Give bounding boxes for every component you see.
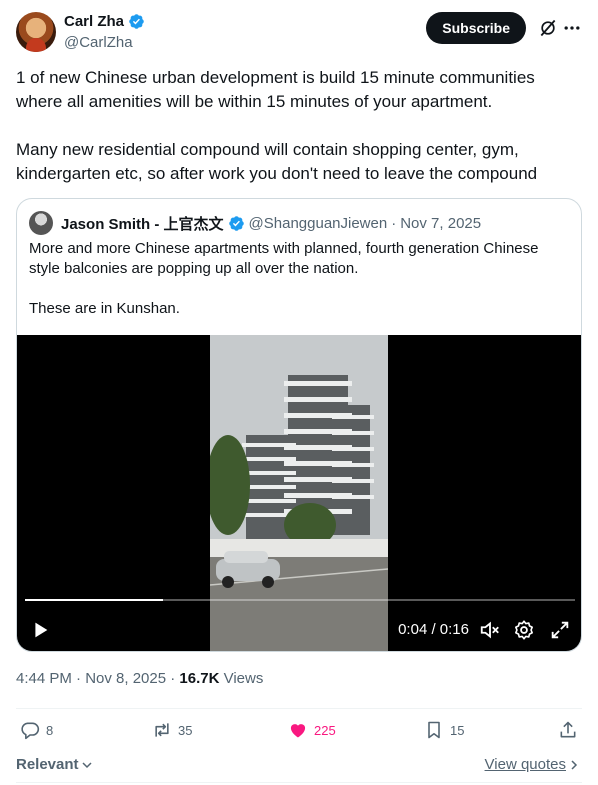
author-name[interactable]: Carl Zha: [64, 13, 124, 30]
video-progress-fill: [25, 599, 163, 601]
reply-count: 8: [46, 722, 54, 738]
sort-replies-dropdown[interactable]: Relevant: [16, 756, 93, 773]
heart-icon: [290, 724, 306, 738]
verified-badge-icon: [129, 14, 144, 29]
video-frame[interactable]: [210, 335, 388, 651]
avatar[interactable]: [16, 12, 56, 52]
quoted-author-name[interactable]: Jason Smith - 上官杰文: [61, 213, 224, 234]
tweet-header: Carl Zha @CarlZha Subscribe: [16, 12, 582, 56]
bookmark-icon: [428, 721, 440, 739]
video-player[interactable]: 0:04 / 0:16: [17, 335, 581, 651]
tweet-meta: 4:44 PM · Nov 8, 2025 · 16.7K Views: [16, 670, 263, 687]
video-time: 0:04 / 0:16: [398, 621, 469, 638]
video-progress-bar[interactable]: [25, 599, 575, 601]
chevron-down-icon: [82, 761, 92, 768]
settings-gear-icon[interactable]: [513, 619, 535, 641]
mute-icon[interactable]: [479, 619, 501, 641]
tweet-timestamp[interactable]: 4:44 PM · Nov 8, 2025 ·: [16, 670, 179, 687]
quoted-separator: ·: [391, 214, 397, 232]
fullscreen-icon[interactable]: [549, 619, 571, 641]
like-button[interactable]: 225: [288, 720, 336, 740]
quoted-date[interactable]: Nov 7, 2025: [400, 215, 481, 232]
quoted-paragraph: More and more Chinese apartments with pl…: [29, 240, 539, 277]
chevron-right-icon: [571, 759, 578, 770]
reply-icon: [21, 722, 40, 740]
verified-badge-icon: [228, 215, 244, 231]
quoted-text: More and more Chinese apartments with pl…: [29, 239, 569, 319]
video-thumbnail-image: [210, 335, 388, 651]
share-button[interactable]: [558, 720, 578, 740]
repost-icon: [155, 723, 169, 737]
action-bar: 8 35 225 15: [16, 720, 582, 744]
view-quotes-link[interactable]: View quotes: [485, 756, 580, 773]
play-icon[interactable]: [29, 619, 51, 641]
quoted-author-handle[interactable]: @ShangguanJiewen: [249, 215, 388, 232]
share-icon: [560, 721, 576, 738]
like-count: 225: [314, 722, 336, 738]
tweet-paragraph: Many new residential compound will conta…: [16, 140, 538, 183]
quoted-paragraph: These are in Kunshan.: [29, 300, 180, 317]
reply-button[interactable]: 8: [20, 720, 53, 740]
divider: [16, 708, 582, 709]
author-handle[interactable]: @CarlZha: [64, 34, 133, 51]
author-name-row[interactable]: Carl Zha: [64, 13, 145, 30]
bookmark-count: 15: [450, 722, 465, 738]
quoted-tweet[interactable]: Jason Smith - 上官杰文 @ShangguanJiewen · No…: [16, 198, 582, 652]
quoted-tweet-header: Jason Smith - 上官杰文 @ShangguanJiewen · No…: [29, 211, 481, 235]
quoted-avatar[interactable]: [29, 211, 53, 235]
grok-icon[interactable]: [538, 18, 558, 38]
repost-count: 35: [178, 722, 193, 738]
more-options-icon[interactable]: [562, 18, 582, 38]
sort-label: Relevant: [16, 756, 79, 773]
tweet-paragraph: 1 of new Chinese urban development is bu…: [16, 68, 535, 111]
bookmark-button[interactable]: 15: [424, 720, 464, 740]
view-quotes-label: View quotes: [484, 756, 566, 773]
divider: [16, 782, 582, 783]
tweet-text: 1 of new Chinese urban development is bu…: [16, 66, 576, 186]
subscribe-button[interactable]: Subscribe: [426, 12, 526, 44]
views-label: Views: [219, 670, 264, 687]
repost-button[interactable]: 35: [152, 720, 192, 740]
views-count: 16.7K: [179, 670, 220, 687]
